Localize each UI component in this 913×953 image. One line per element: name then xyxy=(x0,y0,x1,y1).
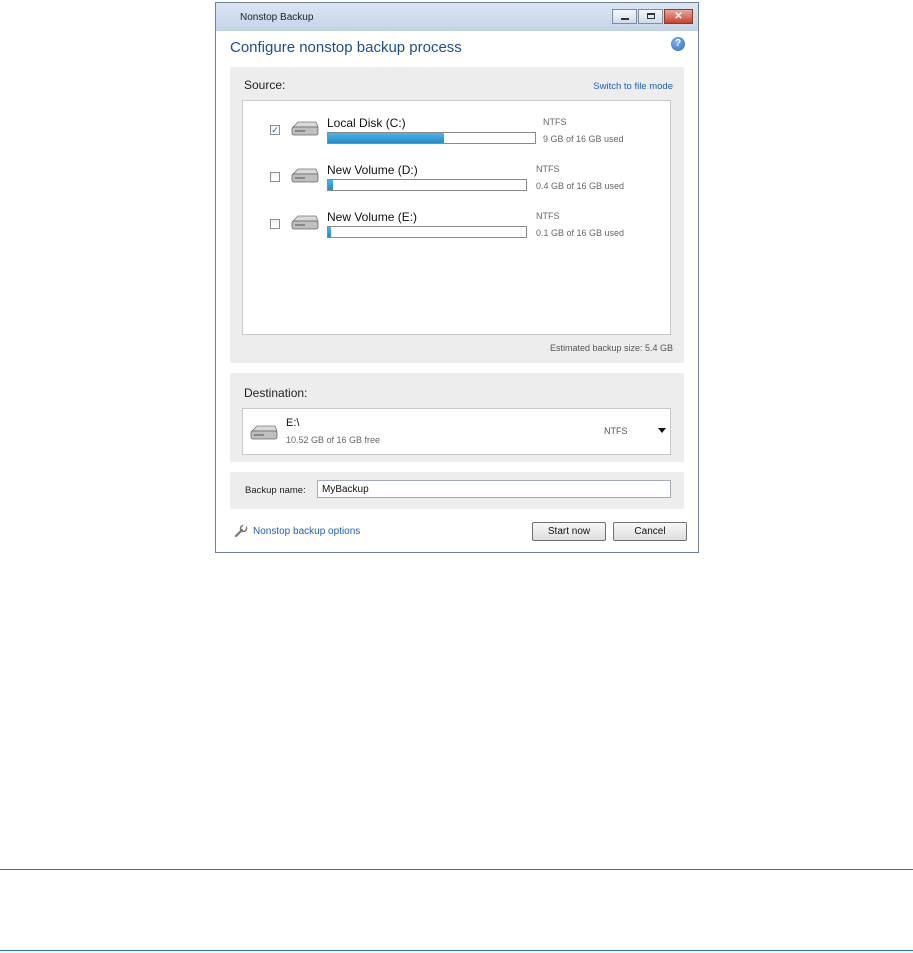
disk-used: 9 GB of 16 GB used xyxy=(543,134,624,144)
window-title: Nonstop Backup xyxy=(240,12,314,23)
estimated-backup-size: Estimated backup size: 5.4 GB xyxy=(549,343,673,353)
disk-row-c[interactable]: ✓ Local Disk (C:) NTFS 9 GB of 16 GB use… xyxy=(243,115,670,155)
disk-name: New Volume (D:) xyxy=(327,163,418,177)
page-divider xyxy=(0,869,913,870)
wrench-icon xyxy=(234,524,248,538)
dropdown-arrow-icon[interactable] xyxy=(658,428,666,433)
drive-icon xyxy=(250,425,278,440)
destination-name: E:\ xyxy=(286,417,300,429)
title-bar[interactable]: Nonstop Backup ✕ xyxy=(216,3,698,31)
minimize-icon xyxy=(621,18,629,20)
page-title: Configure nonstop backup process xyxy=(230,39,462,56)
nonstop-backup-options-link[interactable]: Nonstop backup options xyxy=(234,524,360,538)
disk-name: New Volume (E:) xyxy=(327,210,418,224)
disk-fs: NTFS xyxy=(543,117,567,127)
disk-row-d[interactable]: New Volume (D:) NTFS 0.4 GB of 16 GB use… xyxy=(243,162,670,202)
drive-icon xyxy=(291,215,319,230)
disk-name: Local Disk (C:) xyxy=(327,116,406,130)
destination-panel: Destination: E:\ 10.52 GB of 16 GB free … xyxy=(230,373,684,462)
drive-icon xyxy=(291,121,319,136)
minimize-button[interactable] xyxy=(612,9,637,24)
switch-to-file-mode-link[interactable]: Switch to file mode xyxy=(593,81,673,92)
disk-usage-bar xyxy=(327,226,527,238)
destination-free-space: 10.52 GB of 16 GB free xyxy=(286,435,381,445)
disk-row-e[interactable]: New Volume (E:) NTFS 0.1 GB of 16 GB use… xyxy=(243,209,670,249)
disk-usage-fill xyxy=(328,227,331,237)
page-divider xyxy=(0,950,913,951)
source-label: Source: xyxy=(244,78,286,92)
maximize-icon xyxy=(647,13,655,19)
disk-fs: NTFS xyxy=(536,211,560,221)
destination-fs: NTFS xyxy=(604,426,628,436)
nonstop-backup-window: Nonstop Backup ✕ Configure nonstop backu… xyxy=(215,2,699,553)
drive-icon xyxy=(291,168,319,183)
close-icon: ✕ xyxy=(674,11,683,22)
backup-name-panel: Backup name: xyxy=(230,472,684,509)
disk-list: ✓ Local Disk (C:) NTFS 9 GB of 16 GB use… xyxy=(242,100,671,335)
maximize-button[interactable] xyxy=(638,9,663,24)
help-icon[interactable]: ? xyxy=(671,37,685,51)
backup-name-label: Backup name: xyxy=(245,485,306,496)
disk-usage-bar xyxy=(327,179,527,191)
backup-name-input[interactable] xyxy=(317,480,671,498)
disk-usage-bar xyxy=(327,132,536,144)
disk-usage-fill xyxy=(328,133,445,143)
cancel-button[interactable]: Cancel xyxy=(613,522,687,541)
disk-used: 0.1 GB of 16 GB used xyxy=(536,228,625,238)
disk-fs: NTFS xyxy=(536,164,560,174)
options-link-label: Nonstop backup options xyxy=(253,525,361,537)
close-button[interactable]: ✕ xyxy=(664,9,693,24)
disk-e-checkbox[interactable] xyxy=(270,219,280,229)
disk-usage-fill xyxy=(328,180,333,190)
disk-used: 0.4 GB of 16 GB used xyxy=(536,181,625,191)
start-now-button[interactable]: Start now xyxy=(532,522,606,541)
destination-select[interactable]: E:\ 10.52 GB of 16 GB free NTFS xyxy=(242,408,671,455)
disk-c-checkbox[interactable]: ✓ xyxy=(270,125,280,135)
disk-d-checkbox[interactable] xyxy=(270,172,280,182)
dialog-content: Configure nonstop backup process ? Sourc… xyxy=(216,31,698,552)
source-panel: Source: Switch to file mode ✓ Local Disk… xyxy=(230,67,684,363)
destination-label: Destination: xyxy=(244,386,308,400)
window-controls: ✕ xyxy=(611,9,693,24)
